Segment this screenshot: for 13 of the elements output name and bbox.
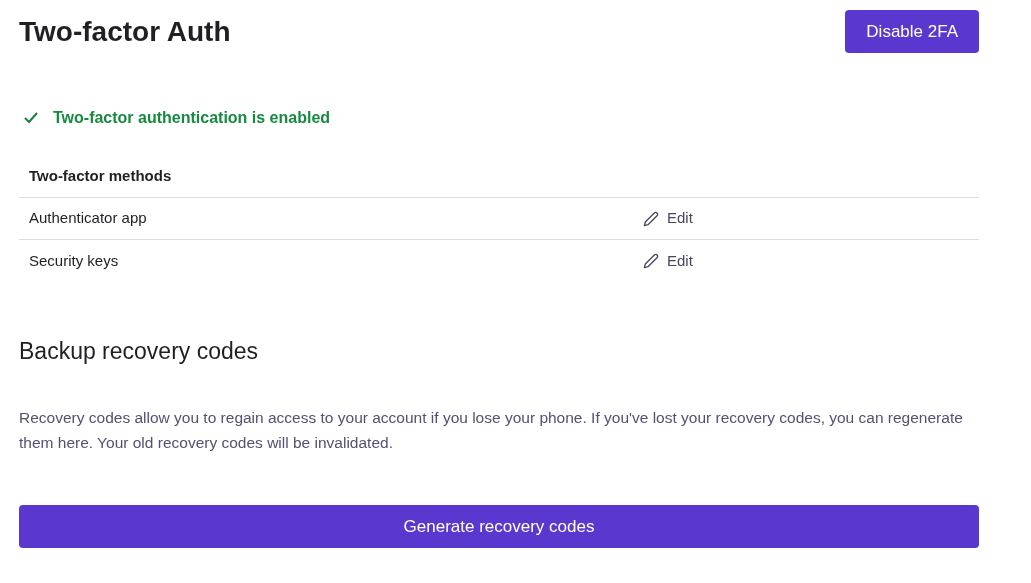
pencil-icon bbox=[643, 253, 659, 269]
method-name: Security keys bbox=[29, 250, 120, 271]
section-heading: Backup recovery codes bbox=[19, 337, 260, 366]
edit-button[interactable]: Edit bbox=[643, 249, 693, 273]
table-header: Two-factor methods bbox=[29, 166, 172, 187]
generate-codes-button[interactable]: Generate recovery codes bbox=[19, 505, 979, 548]
status-message: Two-factor authentication is enabled bbox=[53, 108, 331, 128]
edit-button[interactable]: Edit bbox=[643, 207, 693, 230]
description-text: Recovery codes allow you to regain access to your account if you lose your phone. If you've lost your recovery codes, you can regenerate them here. Your old recovery codes will be invalidated. bbox=[19, 408, 964, 453]
method-name: Authenticator app bbox=[29, 208, 148, 229]
pencil-icon bbox=[643, 210, 659, 227]
page-title: Two-factor Auth bbox=[19, 15, 231, 49]
disable-2fa-button[interactable]: Disable 2FA bbox=[845, 10, 979, 53]
